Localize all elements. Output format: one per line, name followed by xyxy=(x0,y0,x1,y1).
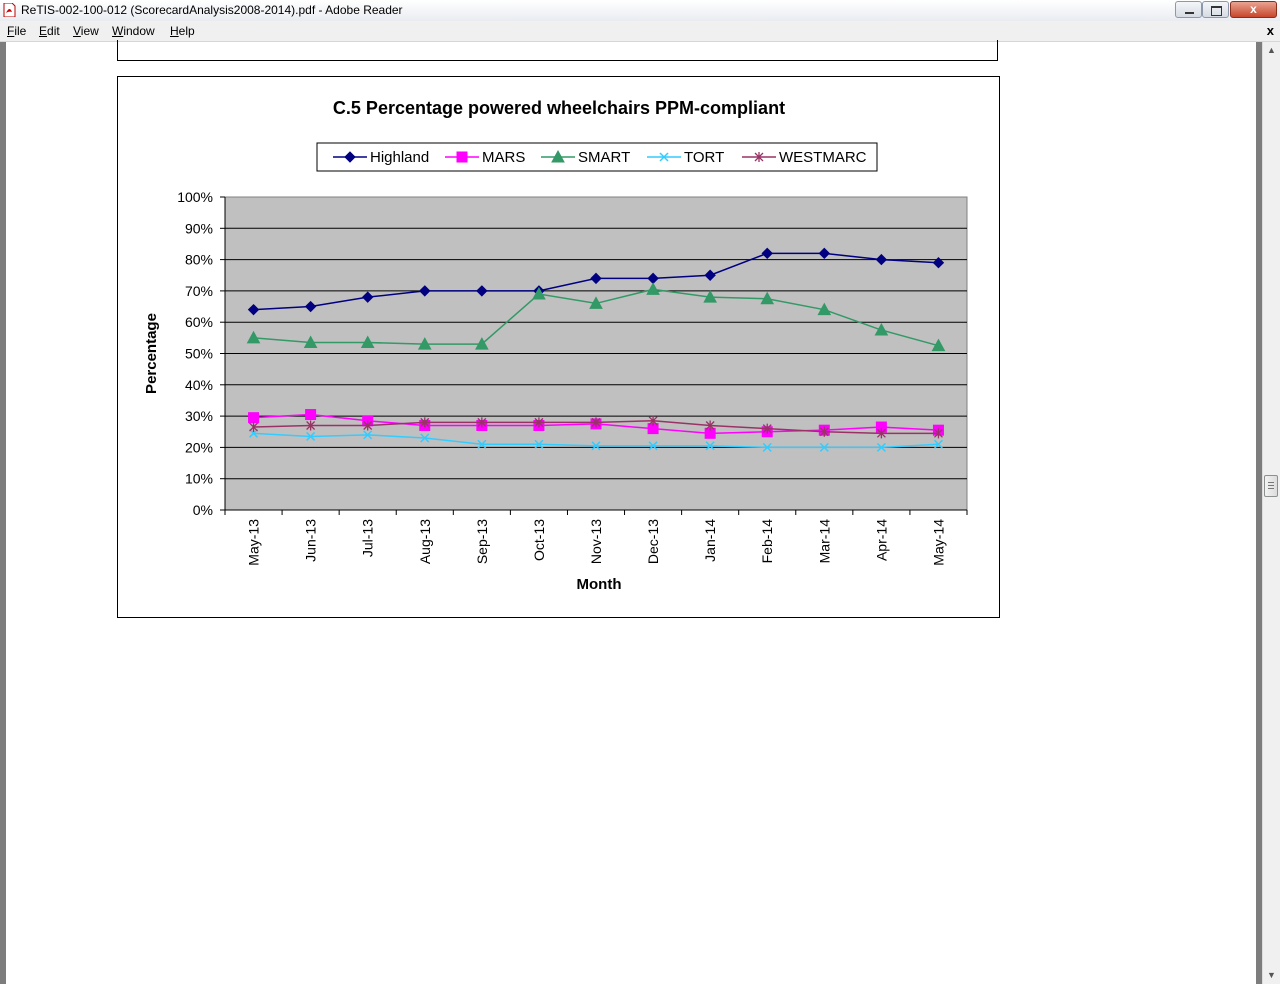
scroll-thumb[interactable] xyxy=(1264,475,1278,498)
document-viewport[interactable]: C.5 Percentage powered wheelchairs PPM-c… xyxy=(0,40,1262,984)
x-tick-label: Mar-14 xyxy=(816,519,832,564)
data-point xyxy=(305,409,317,421)
x-tick-label: Apr-14 xyxy=(873,519,889,561)
legend-label: TORT xyxy=(684,149,724,166)
legend-label: WESTMARC xyxy=(779,149,867,166)
close-icon: x xyxy=(1250,2,1257,16)
maximize-button[interactable] xyxy=(1202,1,1229,18)
pdf-page: C.5 Percentage powered wheelchairs PPM-c… xyxy=(6,40,1256,984)
y-tick-label: 10% xyxy=(185,471,213,487)
menu-edit[interactable]: Edit xyxy=(39,24,60,38)
y-tick-label: 90% xyxy=(185,220,213,236)
menu-file[interactable]: File xyxy=(7,24,26,38)
y-tick-label: 100% xyxy=(177,189,213,205)
y-tick-label: 80% xyxy=(185,252,213,268)
scroll-up-arrow-icon[interactable]: ▲ xyxy=(1263,42,1280,59)
x-tick-label: May-14 xyxy=(930,519,946,566)
previous-chart-frame xyxy=(117,40,998,61)
document-close-icon[interactable]: x xyxy=(1267,23,1274,38)
chart-frame: C.5 Percentage powered wheelchairs PPM-c… xyxy=(117,76,1000,618)
x-tick-label: May-13 xyxy=(246,519,262,566)
menu-help[interactable]: Help xyxy=(170,24,195,38)
chart-legend: Highland MARS SMART TORT WESTMARC xyxy=(316,142,878,172)
menu-window[interactable]: Window xyxy=(112,24,155,38)
window-title: ReTIS-002-100-012 (ScorecardAnalysis2008… xyxy=(21,3,403,17)
x-tick-label: Sep-13 xyxy=(474,519,490,564)
legend-marker xyxy=(456,151,468,163)
vertical-scrollbar[interactable]: ▲ ▼ xyxy=(1262,42,1280,984)
menu-view[interactable]: View xyxy=(73,24,99,38)
pdf-document-icon xyxy=(3,3,16,17)
x-tick-label: Jun-13 xyxy=(303,519,319,562)
y-tick-label: 60% xyxy=(185,314,213,330)
y-tick-label: 0% xyxy=(193,502,213,518)
x-tick-label: Feb-14 xyxy=(759,519,775,564)
line-chart: C.5 Percentage powered wheelchairs PPM-c… xyxy=(143,98,968,593)
legend-label: MARS xyxy=(482,149,525,166)
y-tick-label: 30% xyxy=(185,408,213,424)
chart-title: C.5 Percentage powered wheelchairs PPM-c… xyxy=(333,98,785,118)
minimize-button[interactable] xyxy=(1175,1,1202,18)
data-point xyxy=(248,412,260,424)
x-tick-label: Nov-13 xyxy=(588,519,604,564)
title-bar: ReTIS-002-100-012 (ScorecardAnalysis2008… xyxy=(0,0,1280,22)
legend-label: SMART xyxy=(578,149,630,166)
x-tick-label: Dec-13 xyxy=(645,519,661,564)
x-tick-label: Jul-13 xyxy=(360,519,376,557)
y-tick-label: 70% xyxy=(185,283,213,299)
x-tick-label: Oct-13 xyxy=(531,519,547,561)
y-axis: 0% 10% 20% 30% 40% 50% 60% 70% 80% 90% 100% xyxy=(177,189,226,518)
y-tick-label: 40% xyxy=(185,377,213,393)
menu-bar: File Edit View Window Help x xyxy=(0,21,1280,42)
y-axis-label: Percentage xyxy=(143,313,160,394)
x-tick-label: Jan-14 xyxy=(702,519,718,562)
x-axis: May-13 Jun-13 Jul-13 Aug-13 Sep-13 Oct-13 Nov-… xyxy=(224,509,968,566)
x-tick-label: Aug-13 xyxy=(417,519,433,564)
scroll-down-arrow-icon[interactable]: ▼ xyxy=(1263,967,1280,984)
y-tick-label: 20% xyxy=(185,439,213,455)
y-tick-label: 50% xyxy=(185,346,213,362)
close-button[interactable]: x xyxy=(1230,1,1277,18)
x-axis-label: Month xyxy=(577,576,622,593)
legend-label: Highland xyxy=(370,149,429,166)
